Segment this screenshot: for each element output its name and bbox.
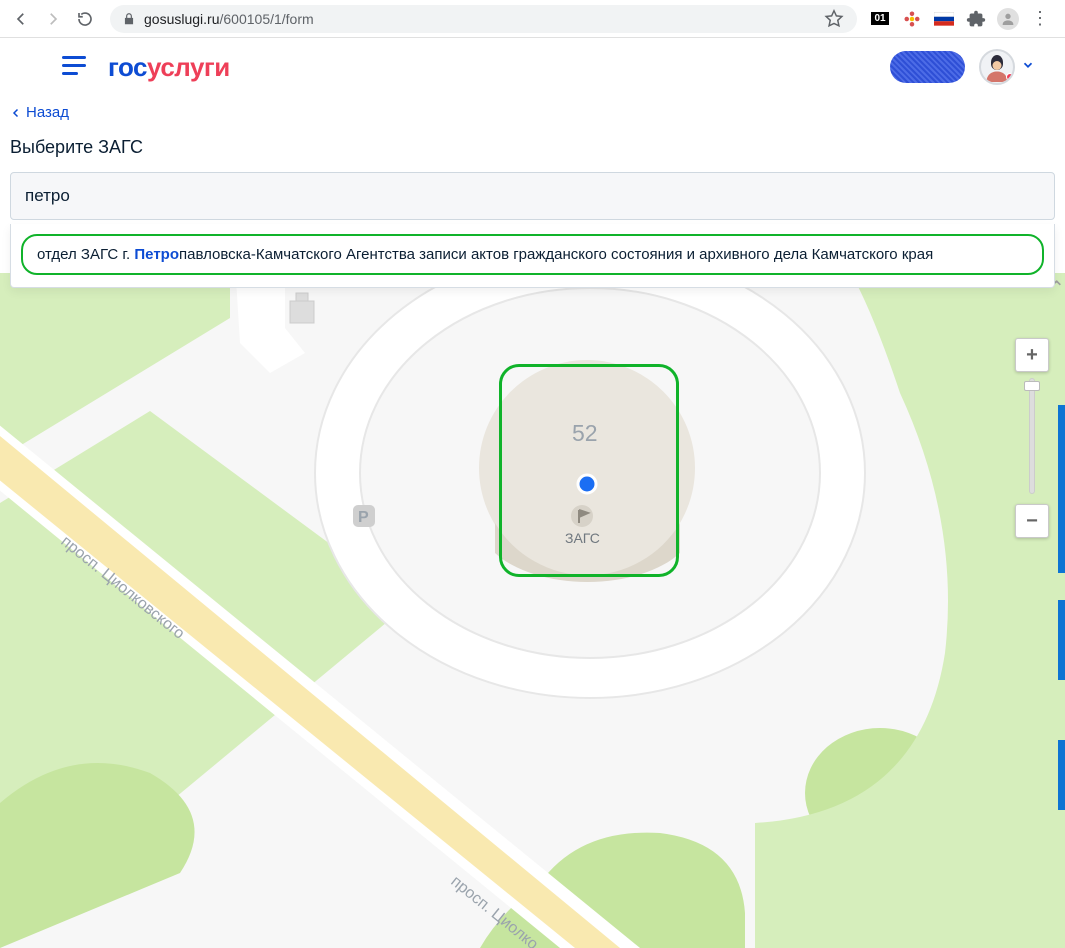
user-name-chip[interactable] xyxy=(890,51,965,83)
back-link-label: Назад xyxy=(26,104,69,121)
zags-search-input[interactable] xyxy=(10,172,1055,220)
dropdown-item-prefix: отдел ЗАГС г. xyxy=(37,246,134,263)
side-indicator xyxy=(1058,405,1065,573)
chrome-extensions: 01 ⋮ xyxy=(869,8,1057,30)
site-logo[interactable]: госуслуги xyxy=(108,52,230,83)
page-header: госуслуги xyxy=(0,38,1065,96)
url-text: gosuslugi.ru/600105/1/form xyxy=(144,11,815,27)
svg-text:52: 52 xyxy=(572,420,598,446)
section-title: Выберите ЗАГС xyxy=(0,125,1065,164)
map-zoom-controls: + − xyxy=(1015,338,1049,538)
avatar-status-dot xyxy=(1006,73,1014,81)
url-bar[interactable]: gosuslugi.ru/600105/1/form xyxy=(110,5,857,33)
ext-flower-icon[interactable] xyxy=(901,8,923,30)
dropdown-item[interactable]: отдел ЗАГС г. Петропавловска-Камчатского… xyxy=(21,234,1044,275)
back-link[interactable]: Назад xyxy=(0,96,79,125)
nav-forward-button[interactable] xyxy=(40,6,66,32)
dropdown-item-highlight: Петро xyxy=(134,246,179,263)
zoom-slider-handle[interactable] xyxy=(1024,381,1040,391)
dropdown-item-suffix: павловска-Камчатского Агентства записи а… xyxy=(179,246,933,263)
zoom-slider[interactable] xyxy=(1029,378,1035,494)
chevron-left-icon xyxy=(10,107,22,119)
svg-text:ЗАГС: ЗАГС xyxy=(565,530,600,546)
nav-back-button[interactable] xyxy=(8,6,34,32)
browser-chrome: gosuslugi.ru/600105/1/form 01 ⋮ xyxy=(0,0,1065,38)
user-menu[interactable] xyxy=(979,49,1035,85)
ext-flag-icon[interactable] xyxy=(933,8,955,30)
hamburger-menu-button[interactable] xyxy=(62,56,92,78)
search-dropdown: отдел ЗАГС г. Петропавловска-Камчатского… xyxy=(10,224,1055,288)
zoom-in-button[interactable]: + xyxy=(1015,338,1049,372)
side-indicator xyxy=(1058,600,1065,680)
ext-badge-icon[interactable]: 01 xyxy=(869,8,891,30)
side-indicator xyxy=(1058,740,1065,810)
map[interactable]: P просп. Циолковского просп. Циолко 52 З… xyxy=(0,273,1065,948)
svg-text:P: P xyxy=(358,509,369,526)
star-icon[interactable] xyxy=(823,8,845,30)
avatar xyxy=(979,49,1015,85)
map-canvas: P просп. Циолковского просп. Циолко 52 З… xyxy=(0,273,1065,948)
profile-icon[interactable] xyxy=(997,8,1019,30)
nav-reload-button[interactable] xyxy=(72,6,98,32)
ext-puzzle-icon[interactable] xyxy=(965,8,987,30)
lock-icon xyxy=(122,12,136,26)
kebab-menu-icon[interactable]: ⋮ xyxy=(1029,8,1051,30)
chevron-down-icon xyxy=(1021,58,1035,77)
zoom-out-button[interactable]: − xyxy=(1015,504,1049,538)
